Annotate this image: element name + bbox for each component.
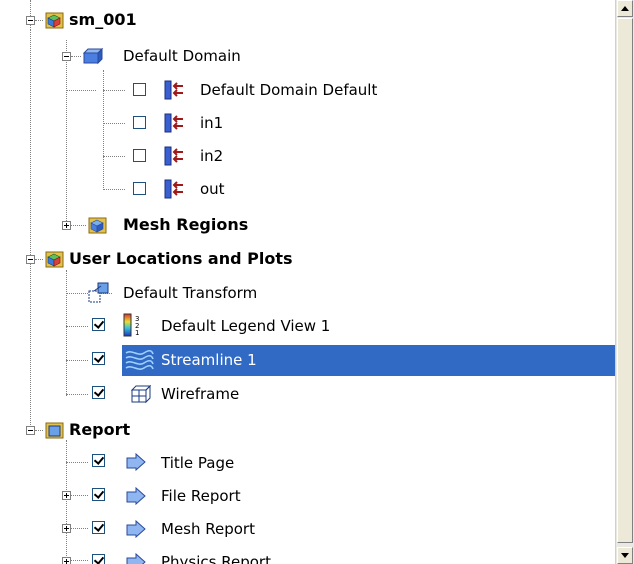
tree-item-legend[interactable]: Default Legend View 1 <box>158 311 333 341</box>
report-page-icon <box>126 486 146 506</box>
tree-item-label: Default Transform <box>123 284 258 302</box>
tree-item-label: User Locations and Plots <box>69 249 293 268</box>
tree-item-label: Report <box>69 420 131 439</box>
collapse-toggle[interactable] <box>26 255 35 264</box>
scrollbar-thumb[interactable] <box>617 18 633 543</box>
boundary-icon <box>164 113 183 133</box>
folder-cube-icon <box>88 217 107 234</box>
tree-item-user-locations[interactable]: User Locations and Plots <box>66 244 296 274</box>
tree-item-file-report[interactable]: File Report <box>158 481 244 511</box>
expand-toggle[interactable] <box>62 491 71 500</box>
tree-guide-line <box>66 394 88 395</box>
tree-guide-line <box>103 189 125 190</box>
report-folder-icon <box>45 422 64 439</box>
tree-guide-line <box>66 40 67 225</box>
tree-guide-line <box>35 259 43 260</box>
visibility-checkbox[interactable] <box>92 318 105 331</box>
vertical-scrollbar[interactable] <box>615 0 634 564</box>
tree-item-label: Mesh Regions <box>123 215 249 234</box>
tree-guide-line <box>35 20 43 21</box>
tree-item-label: Title Page <box>161 454 235 472</box>
tree-guide-line <box>103 123 125 124</box>
visibility-checkbox[interactable] <box>133 116 146 129</box>
tree-item-boundary[interactable]: in2 <box>197 141 226 171</box>
wireframe-icon <box>130 384 152 404</box>
tree-item-default-transform[interactable]: Default Transform <box>120 278 260 308</box>
visibility-checkbox[interactable] <box>92 454 105 467</box>
collapse-toggle[interactable] <box>62 52 71 61</box>
tree-item-wireframe[interactable]: Wireframe <box>158 379 242 409</box>
outline-tree[interactable]: sm_001 Default Domain Default Domain Def… <box>0 0 615 564</box>
tree-item-label: sm_001 <box>69 10 137 29</box>
visibility-checkbox[interactable] <box>133 149 146 162</box>
scroll-down-arrow-icon[interactable] <box>617 547 633 564</box>
tree-guide-line <box>35 430 43 431</box>
tree-item-label: Streamline 1 <box>161 351 257 369</box>
tree-guide-line <box>71 560 88 561</box>
visibility-checkbox[interactable] <box>133 182 146 195</box>
case-cube-icon <box>45 12 64 29</box>
visibility-checkbox[interactable] <box>92 352 105 365</box>
transform-icon <box>88 282 109 303</box>
tree-guide-line <box>66 270 67 396</box>
tree-guide-line <box>103 70 104 190</box>
tree-item-streamline[interactable]: Streamline 1 <box>158 345 260 375</box>
tree-item-boundary[interactable]: in1 <box>197 108 226 138</box>
expand-toggle[interactable] <box>62 557 71 564</box>
tree-item-sm-001[interactable]: sm_001 <box>66 5 140 35</box>
tree-item-mesh-report[interactable]: Mesh Report <box>158 514 258 544</box>
tree-item-default-domain[interactable]: Default Domain <box>120 41 244 71</box>
streamline-icon <box>125 349 154 370</box>
tree-guide-line <box>30 29 31 259</box>
boundary-icon <box>164 146 183 166</box>
tree-item-label: Default Domain Default <box>200 81 378 99</box>
tree-item-report[interactable]: Report <box>66 415 133 445</box>
tree-item-boundary[interactable]: out <box>197 174 228 204</box>
visibility-checkbox[interactable] <box>92 488 105 501</box>
visibility-checkbox[interactable] <box>92 386 105 399</box>
report-page-icon <box>126 452 146 472</box>
tree-guide-line <box>71 528 88 529</box>
tree-item-title-page[interactable]: Title Page <box>158 448 237 478</box>
visibility-checkbox[interactable] <box>92 554 105 564</box>
tree-guide-line <box>66 326 88 327</box>
tree-item-label: Default Domain <box>123 47 241 65</box>
legend-icon: 3 2 1 <box>123 313 139 337</box>
tree-item-mesh-regions[interactable]: Mesh Regions <box>120 210 251 240</box>
tree-guide-line <box>103 156 125 157</box>
tree-item-physics-report[interactable]: Physics Report <box>158 547 274 564</box>
domain-box-icon <box>82 47 104 65</box>
tree-guide-line <box>66 440 67 564</box>
tree-item-label: Physics Report <box>161 553 271 564</box>
scroll-up-arrow-icon[interactable] <box>617 0 633 17</box>
tree-item-boundary[interactable]: Default Domain Default <box>197 75 380 105</box>
tree-guide-line <box>66 360 88 361</box>
tree-item-label: Mesh Report <box>161 520 255 538</box>
expand-toggle[interactable] <box>62 524 71 533</box>
tree-item-label: Default Legend View 1 <box>161 317 331 335</box>
visibility-checkbox[interactable] <box>133 83 146 96</box>
expand-toggle[interactable] <box>62 221 71 230</box>
tree-guide-line <box>66 90 96 91</box>
collapse-toggle[interactable] <box>26 16 35 25</box>
report-page-icon <box>126 519 146 539</box>
tree-item-label: File Report <box>161 487 241 505</box>
tree-guide-line <box>66 462 88 463</box>
tree-item-label: out <box>200 180 225 198</box>
collapse-toggle[interactable] <box>26 426 35 435</box>
tree-guide-line <box>30 259 31 431</box>
tree-guide-line <box>71 225 86 226</box>
tree-item-label: Wireframe <box>161 385 240 403</box>
tree-guide-line <box>71 56 81 57</box>
boundary-icon <box>164 179 183 199</box>
tree-item-label: in2 <box>200 147 224 165</box>
tree-guide-line <box>71 495 88 496</box>
visibility-checkbox[interactable] <box>92 521 105 534</box>
folder-cube-icon <box>45 251 64 268</box>
tree-item-label: in1 <box>200 114 224 132</box>
tree-guide-line <box>103 90 125 91</box>
svg-text:1: 1 <box>135 329 139 337</box>
report-page-icon <box>126 552 146 564</box>
boundary-icon <box>164 80 183 100</box>
